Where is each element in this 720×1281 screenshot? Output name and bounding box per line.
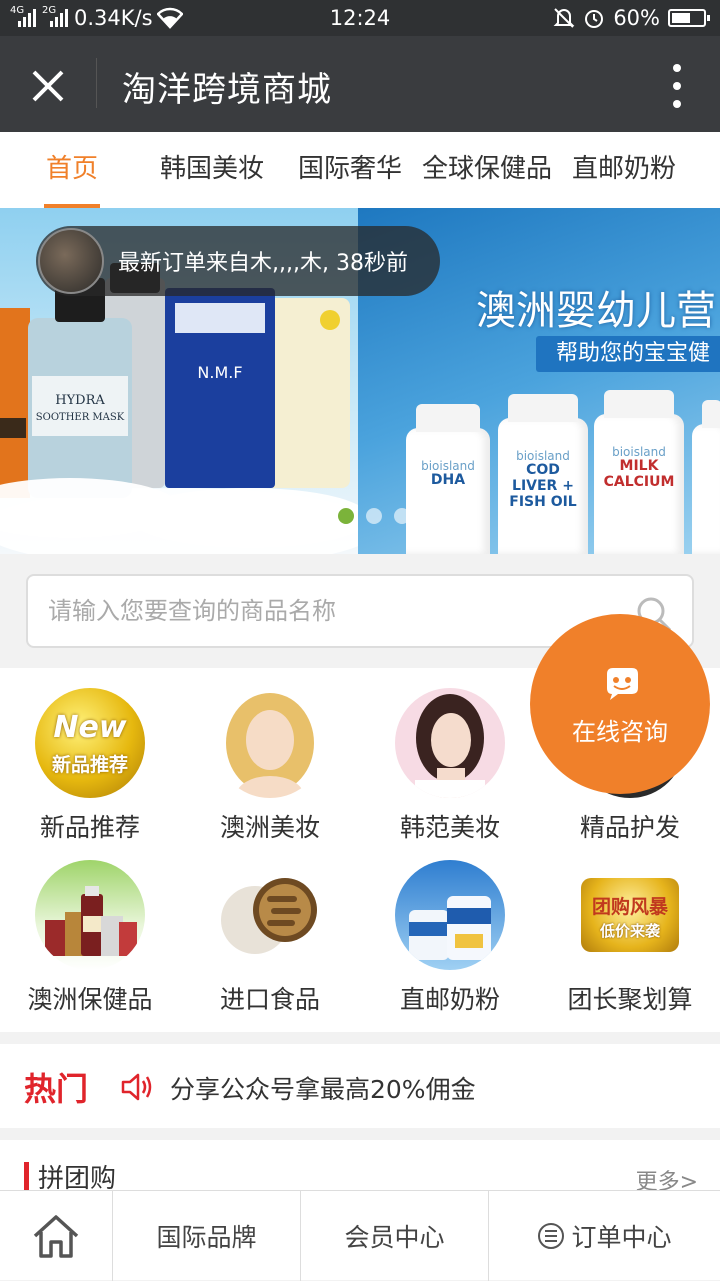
banner-subline: 帮助您的宝宝健 [536,336,720,372]
home-icon [33,1215,79,1258]
carousel-dot[interactable] [366,508,382,524]
product-bottle [692,400,720,554]
hot-message: 分享公众号拿最高20%佣金 [170,1075,476,1104]
category-label: 进口食品 [219,985,320,1014]
status-bar: 4G 2G 0.34K/s 12:24 60% [0,0,720,36]
hot-announcement[interactable]: 热门 分享公众号拿最高20%佣金 [0,1044,720,1128]
page-title: 淘洋跨境商城 [122,70,332,110]
tab-international-luxury[interactable]: 国际奢华 [298,132,402,208]
category-tabs: 首页 韩国美妆 国际奢华 全球保健品 直邮奶粉 [0,132,720,208]
new-badge-icon: New 新品推荐 [35,688,145,798]
svg-text:N.M.F: N.M.F [197,363,242,382]
carousel-dot[interactable] [394,508,410,524]
milk-powder-icon [395,860,505,970]
battery-percent: 60% [613,6,660,30]
woman-portrait-icon [395,688,505,798]
food-icon [215,860,325,970]
close-icon[interactable] [28,66,68,106]
title-divider [96,58,97,108]
avatar [38,228,104,294]
search-input[interactable] [48,586,628,636]
category-label: 澳洲美妆 [219,813,320,842]
woman-portrait-icon [215,688,325,798]
carousel-dot[interactable] [338,508,354,524]
status-right: 60% [553,6,710,30]
nav-order-center[interactable]: 订单中心 [489,1191,720,1281]
battery-icon [668,9,710,27]
bottom-nav: 国际品牌 会员中心 订单中心 [0,1190,720,1281]
category-label: 团长聚划算 [567,985,693,1014]
hot-label: 热门 [24,1070,89,1108]
nav-order-center-label: 订单中心 [571,1223,672,1252]
category-direct-milk[interactable]: 直邮奶粉 [360,860,540,1016]
category-au-health[interactable]: 澳洲保健品 [0,860,180,1016]
svg-text:HYDRA: HYDRA [55,393,105,408]
chat-bubble-icon [607,668,638,700]
product-bottle: bioisland MILK CALCIUM [594,390,684,554]
section-accent-bar [24,1162,29,1190]
online-consult-label: 在线咨询 [572,718,668,746]
nav-home[interactable] [0,1191,113,1281]
nav-international-brands[interactable]: 国际品牌 [113,1191,301,1281]
title-bar: 淘洋跨境商城 [0,36,720,132]
supplements-icon [35,860,145,970]
category-group-deals[interactable]: 团购风暴 低价来袭 团长聚划算 [540,860,720,1016]
category-label: 直邮奶粉 [399,985,500,1014]
bell-muted-icon [553,8,575,28]
category-label: 新品推荐 [39,813,140,842]
more-menu-icon[interactable] [672,64,682,108]
category-label: 精品护发 [579,813,680,842]
tab-direct-milk[interactable]: 直邮奶粉 [572,132,676,208]
tab-global-health[interactable]: 全球保健品 [422,132,552,208]
category-new-products[interactable]: New 新品推荐 新品推荐 [0,688,180,844]
product-bottle: bioisland COD LIVER + FISH OIL [498,394,588,554]
tab-home[interactable]: 首页 [44,132,100,208]
order-notice: 最新订单来自木,,,,木, 38秒前 [36,226,440,296]
list-circle-icon [538,1223,565,1249]
speaker-icon [121,1073,152,1101]
nav-member-center[interactable]: 会员中心 [301,1191,489,1281]
alarm-icon [585,10,604,28]
online-consult-button[interactable]: 在线咨询 [530,614,710,794]
category-korean-beauty[interactable]: 韩范美妆 [360,688,540,844]
banner-carousel[interactable]: HYDRA SOOTHER MASK N.M.F 澳洲婴幼儿营 帮助您的宝宝健 … [0,208,720,554]
category-label: 韩范美妆 [399,813,500,842]
product-bottle: bioisland DHA [406,404,490,554]
category-imported-food[interactable]: 进口食品 [180,860,360,1016]
svg-text:SOOTHER MASK: SOOTHER MASK [36,412,125,423]
category-label: 澳洲保健品 [27,985,153,1014]
category-au-beauty[interactable]: 澳洲美妆 [180,688,360,844]
carousel-dots [338,508,410,524]
order-notice-text: 最新订单来自木,,,,木, 38秒前 [118,251,408,276]
banner-headline: 澳洲婴幼儿营 [476,288,716,334]
group-deal-icon: 团购风暴 低价来袭 [575,860,685,970]
tab-korean-beauty[interactable]: 韩国美妆 [160,132,264,208]
